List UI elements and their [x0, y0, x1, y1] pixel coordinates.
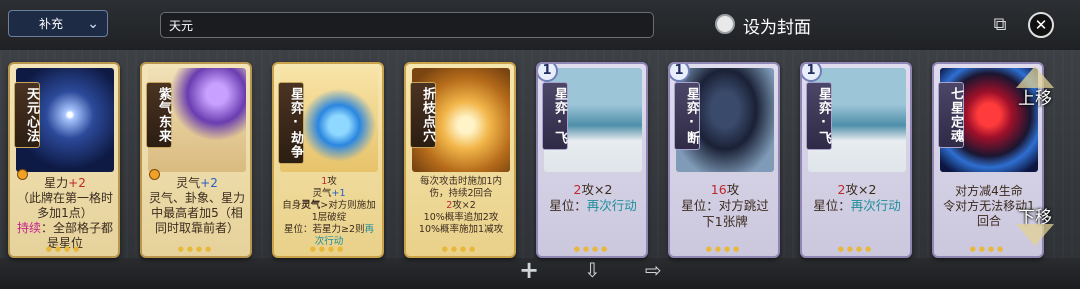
card-4[interactable]: 折枝点穴 每次攻击时施加1内伤，持续2回合 2攻×2 10%概率追加2攻 10%概率施… — [404, 62, 516, 258]
set-cover-label: 设为封面 — [743, 18, 811, 38]
card-1[interactable]: 天元心法 星力+2 （此牌在第一格时多加1点） 持续：全部格子都是星位 ●●●● — [8, 62, 120, 258]
star-row: ●●●● — [969, 245, 1007, 253]
card-title: 星弈·断 — [674, 82, 700, 150]
card-3[interactable]: 星弈·劫争 1攻 灵气+1 自身灵气>对方则施加1层破绽 星位：若星力≥2则再次行动 … — [272, 62, 384, 258]
card-description: 灵气+2 灵气、卦象、星力中最高者加5（相同时取靠前者） — [148, 176, 245, 235]
card-description: 星力+2 （此牌在第一格时多加1点） 持续：全部格子都是星位 — [16, 176, 114, 250]
add-icon[interactable]: + — [519, 258, 539, 282]
card-title: 紫气东来 — [146, 82, 172, 148]
chevron-down-icon: ⌄ — [87, 16, 99, 32]
bottom-bar — [0, 258, 1080, 289]
deck-select[interactable]: 补充 ⌄ — [8, 10, 108, 37]
star-row: ●●●● — [441, 245, 479, 253]
card-description: 1攻 灵气+1 自身灵气>对方则施加1层破绽 星位：若星力≥2则再次行动 — [282, 176, 376, 247]
deck-name-input[interactable]: 天元 — [160, 12, 654, 38]
move-up-button[interactable]: 上移 — [1018, 84, 1052, 109]
card-title: 七星定魂 — [938, 82, 964, 148]
card-title: 星弈·飞 — [806, 82, 832, 150]
card-5[interactable]: 星弈·飞 1 2攻×2 星位：再次行动 ●●●● — [536, 62, 648, 258]
close-icon: ✕ — [1034, 16, 1048, 34]
card-title: 折枝点穴 — [410, 82, 436, 148]
card-description: 每次攻击时施加1内伤，持续2回合 2攻×2 10%概率追加2攻 10%概率施加1减攻 — [418, 176, 504, 235]
close-button[interactable]: ✕ — [1028, 12, 1054, 38]
copy-icon[interactable]: ⧉ — [989, 14, 1011, 36]
star-row: ●●●● — [705, 245, 743, 253]
star-row: ●●●● — [309, 245, 347, 253]
move-down-icon[interactable] — [1016, 224, 1054, 246]
star-row: ●●●● — [573, 245, 611, 253]
deck-select-label: 补充 — [39, 17, 64, 31]
card-2[interactable]: 紫气东来 灵气+2 灵气、卦象、星力中最高者加5（相同时取靠前者） ●●●● — [140, 62, 252, 258]
star-row: ●●●● — [837, 245, 875, 253]
card-6[interactable]: 星弈·断 1 16攻 星位：对方跳过下1张牌 ●●●● — [668, 62, 780, 258]
import-icon[interactable]: ⇩ — [584, 259, 601, 281]
export-icon[interactable]: ⇨ — [645, 259, 662, 281]
card-title: 天元心法 — [14, 82, 40, 148]
card-title: 星弈·飞 — [542, 82, 568, 150]
star-row: ●●●● — [177, 245, 215, 253]
card-7[interactable]: 星弈·飞 1 2攻×2 星位：再次行动 ●●●● — [800, 62, 912, 258]
set-cover-radio[interactable] — [715, 14, 735, 34]
star-row: ●●●● — [45, 245, 83, 253]
card-title: 星弈·劫争 — [278, 82, 304, 164]
